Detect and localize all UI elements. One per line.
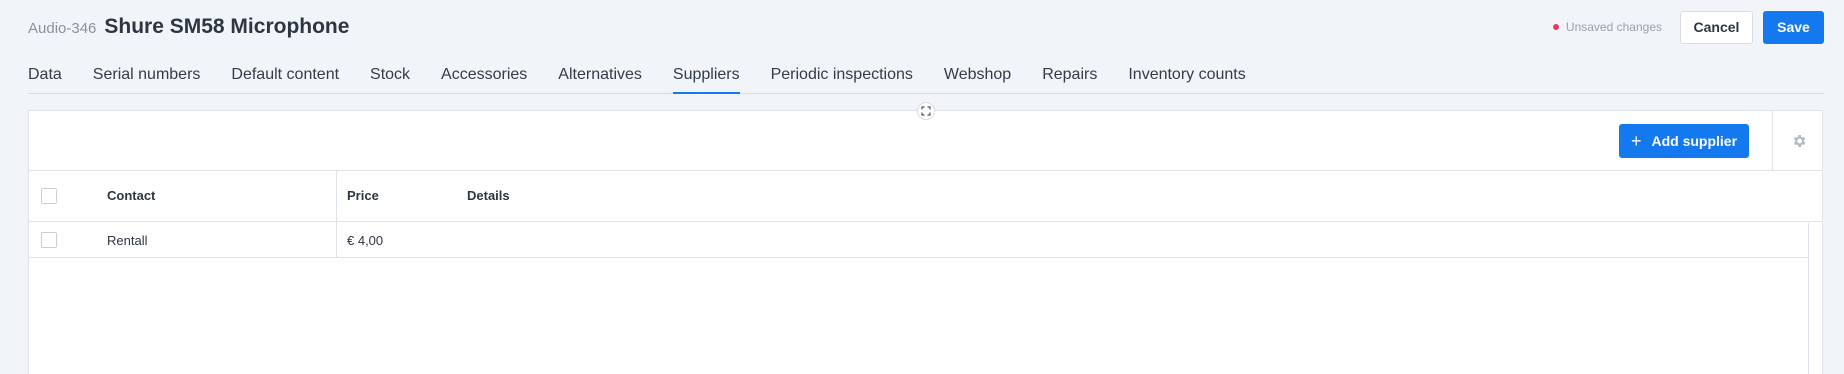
- tab-repairs[interactable]: Repairs: [1042, 64, 1097, 94]
- tab-alternatives[interactable]: Alternatives: [558, 64, 642, 94]
- title-group: Audio-346 Shure SM58 Microphone: [28, 15, 349, 39]
- settings-button[interactable]: [1772, 111, 1822, 170]
- table-header: Contact Price Details: [29, 171, 1822, 222]
- tab-suppliers[interactable]: Suppliers: [672, 64, 740, 94]
- column-header-price[interactable]: Price: [347, 188, 379, 203]
- add-supplier-label: Add supplier: [1651, 133, 1738, 149]
- column-header-details[interactable]: Details: [467, 188, 510, 203]
- add-supplier-button[interactable]: + Add supplier: [1619, 124, 1749, 158]
- tab-periodic-inspections[interactable]: Periodic inspections: [771, 64, 913, 94]
- header: Audio-346 Shure SM58 Microphone Unsaved …: [28, 10, 1824, 44]
- cancel-button[interactable]: Cancel: [1680, 10, 1753, 44]
- gear-icon: [1793, 134, 1805, 147]
- plus-icon: +: [1630, 131, 1642, 151]
- tab-inventory-counts[interactable]: Inventory counts: [1128, 64, 1245, 94]
- panel-toolbar: + Add supplier: [29, 111, 1822, 171]
- vertical-scrollbar[interactable]: [1808, 223, 1822, 374]
- unsaved-indicator: Unsaved changes: [1552, 20, 1662, 34]
- tab-stock[interactable]: Stock: [370, 64, 410, 94]
- select-all-checkbox[interactable]: [41, 188, 57, 204]
- cell-price: € 4,00: [347, 233, 384, 248]
- item-code: Audio-346: [28, 20, 97, 37]
- tab-webshop[interactable]: Webshop: [944, 64, 1011, 94]
- unsaved-label: Unsaved changes: [1565, 20, 1662, 34]
- column-header-contact[interactable]: Contact: [107, 188, 155, 203]
- page: Audio-346 Shure SM58 Microphone Unsaved …: [0, 0, 1844, 374]
- tab-serial-numbers[interactable]: Serial numbers: [93, 64, 201, 94]
- tab-accessories[interactable]: Accessories: [441, 64, 527, 94]
- column-divider[interactable]: [336, 171, 337, 221]
- row-checkbox[interactable]: [41, 232, 57, 248]
- page-title: Shure SM58 Microphone: [104, 15, 350, 38]
- tab-data[interactable]: Data: [28, 64, 62, 94]
- header-actions: Unsaved changes Cancel Save: [1552, 10, 1824, 44]
- column-divider: [336, 222, 337, 257]
- tab-bar: Data Serial numbers Default content Stoc…: [28, 64, 1824, 94]
- unsaved-dot-icon: [1552, 24, 1559, 30]
- cell-contact: Rentall: [107, 233, 148, 248]
- expand-icon[interactable]: [917, 102, 935, 120]
- suppliers-panel: + Add supplier Contact Price Details Ren…: [28, 110, 1823, 374]
- table-row[interactable]: Rentall € 4,00: [29, 222, 1808, 258]
- save-button[interactable]: Save: [1763, 10, 1824, 44]
- tab-default-content[interactable]: Default content: [231, 64, 339, 94]
